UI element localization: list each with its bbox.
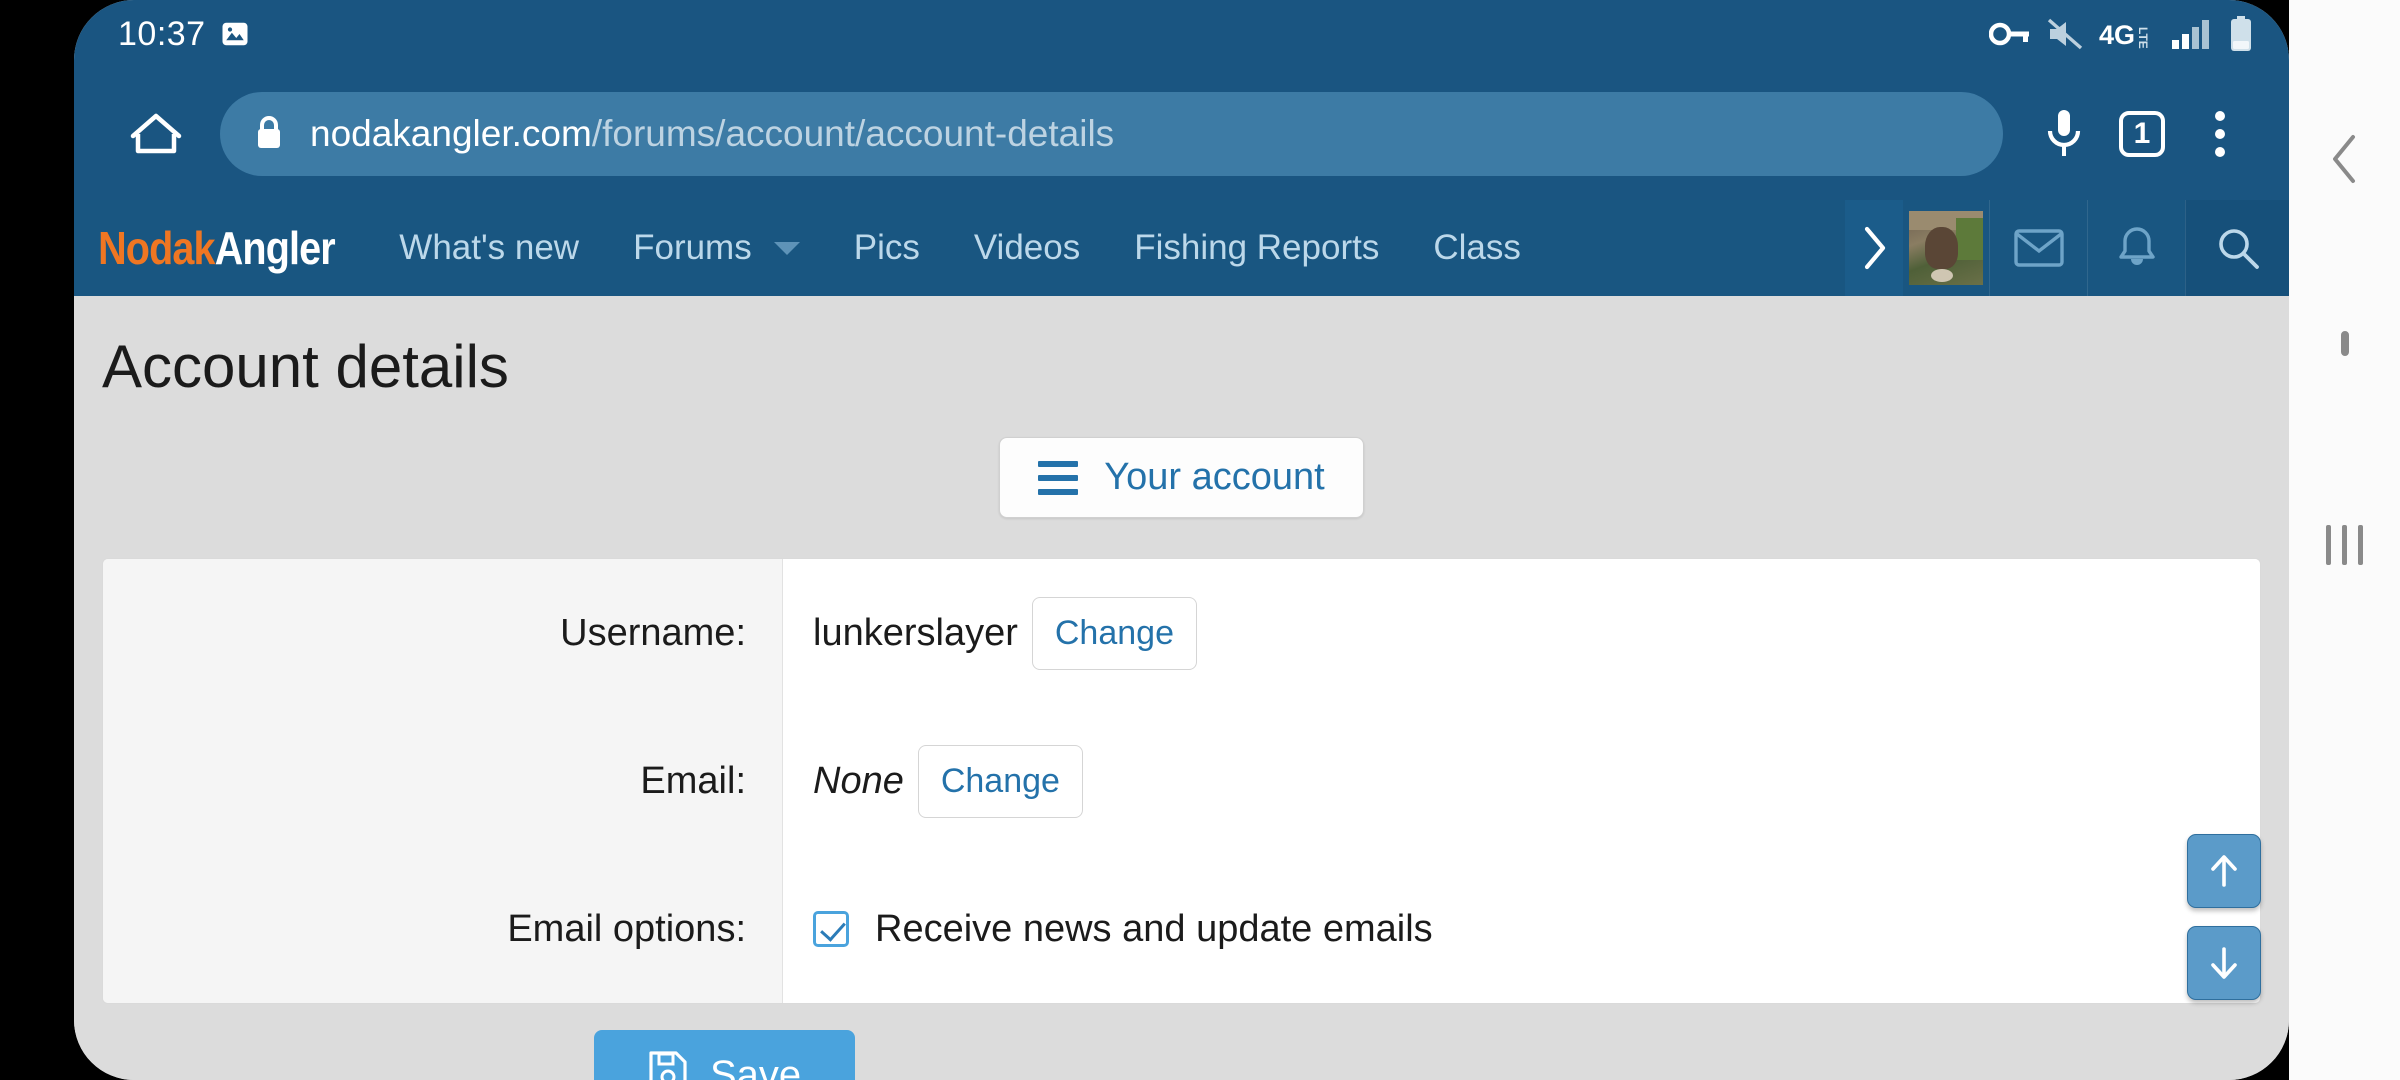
battery-icon bbox=[2229, 16, 2253, 52]
lock-icon bbox=[254, 113, 284, 156]
search-icon[interactable] bbox=[2185, 200, 2289, 296]
username-label: Username: bbox=[103, 559, 783, 707]
inbox-icon[interactable] bbox=[1989, 200, 2087, 296]
nav-link-classifieds[interactable]: Class bbox=[1433, 228, 1521, 268]
browser-toolbar: nodakangler.com/forums/account/account-d… bbox=[74, 68, 2289, 200]
logo-text-second: Angler bbox=[214, 222, 336, 274]
nav-link-videos[interactable]: Videos bbox=[974, 228, 1080, 268]
scroll-up-button[interactable] bbox=[2187, 834, 2261, 908]
overflow-menu-icon[interactable] bbox=[2181, 95, 2259, 173]
email-label: Email: bbox=[103, 707, 783, 855]
recents-icon[interactable] bbox=[2326, 525, 2363, 565]
tab-count-button[interactable]: 1 bbox=[2103, 95, 2181, 173]
logo-text-first: Nodak bbox=[98, 222, 215, 274]
form-row-email: Email: None Change bbox=[103, 707, 2260, 855]
nav-link-fishing-reports[interactable]: Fishing Reports bbox=[1134, 228, 1379, 268]
save-label: Save bbox=[710, 1052, 802, 1080]
account-details-card: Username: lunkerslayer Change Email: Non… bbox=[102, 558, 2261, 1004]
back-chevron-icon[interactable] bbox=[2322, 130, 2368, 193]
change-username-button[interactable]: Change bbox=[1031, 596, 1197, 670]
vpn-key-icon bbox=[1989, 20, 2031, 48]
mute-icon bbox=[2047, 18, 2083, 50]
signal-bars-icon bbox=[2171, 18, 2213, 50]
nav-link-forums[interactable]: Forums bbox=[633, 228, 800, 268]
username-value: lunkerslayer bbox=[813, 611, 1018, 654]
svg-text:LTE: LTE bbox=[2136, 27, 2150, 49]
hamburger-icon bbox=[1038, 460, 1079, 495]
microphone-icon[interactable] bbox=[2025, 95, 2103, 173]
scroll-down-button[interactable] bbox=[2187, 926, 2261, 1000]
status-bar-right: 4G LTE bbox=[1989, 16, 2253, 52]
url-domain: nodakangler.com bbox=[310, 113, 592, 154]
url-path: /forums/account/account-details bbox=[591, 113, 1115, 154]
email-options-label: Email options: bbox=[103, 855, 783, 1003]
save-button[interactable]: Save bbox=[594, 1030, 856, 1080]
form-row-username: Username: lunkerslayer Change bbox=[103, 559, 2260, 707]
svg-text:4G: 4G bbox=[2099, 20, 2135, 50]
site-logo[interactable]: Nodak Angler bbox=[74, 200, 354, 296]
your-account-label: Your account bbox=[1104, 456, 1325, 498]
chevron-right-icon[interactable] bbox=[1845, 200, 1903, 296]
receive-news-checkbox[interactable] bbox=[813, 911, 849, 947]
image-icon bbox=[220, 19, 250, 49]
nav-link-label: Fishing Reports bbox=[1134, 228, 1380, 267]
your-account-row: Your account bbox=[74, 437, 2289, 518]
tab-count-label: 1 bbox=[2119, 111, 2165, 157]
form-row-email-options: Email options: Receive news and update e… bbox=[103, 855, 2260, 1003]
4g-lte-icon: 4G LTE bbox=[2099, 18, 2155, 50]
alerts-bell-icon[interactable] bbox=[2087, 200, 2185, 296]
user-avatar[interactable] bbox=[1909, 211, 1983, 285]
page-title: Account details bbox=[102, 333, 509, 400]
page-content: Account details Your account Username: l… bbox=[74, 296, 2289, 1080]
email-value: None bbox=[813, 759, 904, 802]
username-value-cell: lunkerslayer Change bbox=[783, 559, 2260, 707]
url-bar[interactable]: nodakangler.com/forums/account/account-d… bbox=[220, 92, 2003, 176]
status-clock: 10:37 bbox=[118, 14, 206, 53]
nav-link-label: Videos bbox=[973, 228, 1081, 267]
chevron-down-icon[interactable] bbox=[773, 241, 800, 255]
home-icon[interactable] bbox=[120, 98, 192, 170]
floppy-disk-icon bbox=[648, 1050, 688, 1080]
device-viewport: 10:37 4G LTE nodakangler.com/forums/acco… bbox=[74, 0, 2289, 1080]
change-email-button[interactable]: Change bbox=[917, 744, 1083, 818]
android-navigation-bar bbox=[2289, 0, 2400, 1080]
save-row: Save bbox=[74, 1004, 2289, 1080]
receive-news-checkbox-row[interactable]: Receive news and update emails bbox=[813, 908, 1433, 951]
nav-link-label: Class bbox=[1433, 228, 1521, 267]
home-square-icon[interactable] bbox=[2340, 331, 2349, 356]
phone-screenshot: 10:37 4G LTE nodakangler.com/forums/acco… bbox=[0, 0, 2400, 1080]
status-bar: 10:37 4G LTE bbox=[74, 0, 2289, 68]
nav-link-label: Forums bbox=[633, 228, 752, 267]
nav-link-whats-new[interactable]: What's new bbox=[399, 228, 579, 268]
status-bar-left: 10:37 bbox=[118, 15, 250, 54]
your-account-button[interactable]: Your account bbox=[999, 437, 1364, 518]
nav-link-label: What's new bbox=[399, 228, 580, 267]
url-text: nodakangler.com/forums/account/account-d… bbox=[310, 113, 1114, 155]
nav-links: What's new Forums Pics Videos Fishing Re… bbox=[399, 200, 1845, 296]
email-options-value-cell: Receive news and update emails bbox=[783, 855, 2260, 1003]
nav-link-label: Pics bbox=[853, 228, 920, 267]
receive-news-label: Receive news and update emails bbox=[875, 907, 1433, 950]
email-value-cell: None Change bbox=[783, 707, 2260, 855]
site-navigation-bar: Nodak Angler What's new Forums Pics Video… bbox=[74, 200, 2289, 296]
nav-link-pics[interactable]: Pics bbox=[854, 228, 920, 268]
